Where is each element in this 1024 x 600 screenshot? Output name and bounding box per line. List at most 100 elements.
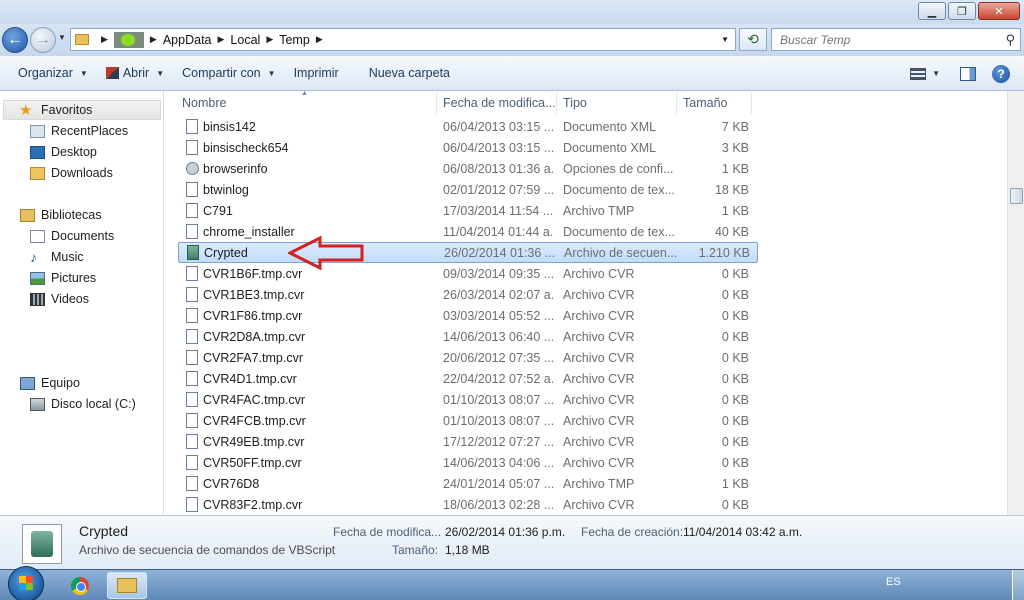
scrollbar-thumb[interactable] — [1010, 188, 1023, 204]
breadcrumb-temp[interactable]: Temp — [279, 33, 310, 47]
file-size: 0 KB — [721, 497, 749, 512]
nav-equipo[interactable]: Equipo — [20, 373, 80, 393]
nav-documents[interactable]: Documents — [30, 226, 114, 246]
imprimir-button[interactable]: Imprimir — [294, 66, 339, 80]
file-row[interactable]: CVR1BE3.tmp.cvr 26/03/2014 02:07 a... Arch… — [178, 284, 758, 305]
file-row[interactable]: binsis142 06/04/2013 03:15 ... Documento X… — [178, 116, 758, 137]
nav-label: Bibliotecas — [41, 208, 102, 222]
file-type: Archivo CVR — [563, 308, 635, 323]
search-box[interactable]: ⚲ — [771, 28, 1021, 51]
file-row[interactable]: chrome_installer 11/04/2014 01:44 a... Doc… — [178, 221, 758, 242]
nav-videos[interactable]: Videos — [30, 289, 89, 309]
column-header-type[interactable]: Tipo — [557, 92, 677, 114]
chevron-down-icon: ▼ — [267, 68, 276, 78]
open-with-icon — [105, 67, 119, 79]
file-name: CVR1BE3.tmp.cvr — [203, 287, 305, 302]
taskbar-explorer[interactable] — [107, 572, 147, 599]
nav-disco-local[interactable]: Disco local (C:) — [30, 394, 136, 414]
file-row[interactable]: CVR50FF.tmp.cvr 14/06/2013 04:06 ... Archi… — [178, 452, 758, 473]
close-button[interactable]: ✕ — [978, 2, 1020, 20]
imprimir-label: Imprimir — [293, 66, 339, 80]
nueva-carpeta-button[interactable]: Nueva carpeta — [369, 66, 450, 80]
libraries-icon — [20, 208, 35, 222]
file-date: 24/01/2014 05:07 ... — [443, 476, 553, 491]
nav-label: Disco local (C:) — [51, 397, 136, 411]
chevron-right-icon[interactable]: ▶ — [266, 34, 273, 45]
abrir-button[interactable]: Abrir ▼ — [105, 66, 164, 80]
compartir-button[interactable]: Compartir con ▼ — [182, 66, 275, 80]
file-row[interactable]: CVR2D8A.tmp.cvr 14/06/2013 06:40 ... Archi… — [178, 326, 758, 347]
maximize-button[interactable]: ❐ — [948, 2, 976, 20]
breadcrumb-local[interactable]: Local — [230, 33, 260, 47]
file-name: CVR4FAC.tmp.cvr — [203, 392, 306, 407]
file-row[interactable]: CVR76D8 24/01/2014 05:07 ... Archivo TMP 1 … — [178, 473, 758, 494]
back-button[interactable]: ← — [2, 27, 28, 53]
organizar-button[interactable]: Organizar ▼ — [18, 66, 88, 80]
nav-music[interactable]: ♪ Music — [30, 247, 84, 267]
file-row[interactable]: CVR49EB.tmp.cvr 17/12/2012 07:27 ... Archi… — [178, 431, 758, 452]
search-icon[interactable]: ⚲ — [1005, 32, 1015, 48]
file-row[interactable]: btwinlog 02/01/2012 07:59 ... Documento de… — [178, 179, 758, 200]
file-row[interactable]: Crypted 26/02/2014 01:36 ... Archivo de se… — [178, 242, 758, 263]
blank-file-icon — [186, 329, 198, 344]
nav-pictures[interactable]: Pictures — [30, 268, 96, 288]
file-row[interactable]: browserinfo 06/08/2013 01:36 a... Opciones… — [178, 158, 758, 179]
compartir-label: Compartir con — [182, 66, 261, 80]
minimize-button[interactable]: ▁ — [918, 2, 946, 20]
file-size: 0 KB — [721, 371, 749, 386]
address-bar[interactable]: ▶ ▶ AppData ▶ Local ▶ Temp ▶ ▼ — [70, 28, 736, 51]
file-name: C791 — [203, 203, 233, 218]
file-row[interactable]: CVR2FA7.tmp.cvr 20/06/2012 07:35 ... Archi… — [178, 347, 758, 368]
file-row[interactable]: CVR83F2.tmp.cvr 18/06/2013 02:28 ... Archi… — [178, 494, 758, 515]
drive-icon — [30, 397, 45, 411]
recent-pages-dropdown[interactable]: ▼ — [58, 33, 66, 42]
file-size: 0 KB — [721, 308, 749, 323]
file-type: Archivo CVR — [563, 329, 635, 344]
file-type: Archivo CVR — [563, 350, 635, 365]
breadcrumb-appdata[interactable]: AppData — [163, 33, 212, 47]
file-row[interactable]: CVR4FCB.tmp.cvr 01/10/2013 08:07 ... Archi… — [178, 410, 758, 431]
file-row[interactable]: C791 17/03/2014 11:54 ... Archivo TMP 1 KB — [178, 200, 758, 221]
command-bar: Organizar ▼ Abrir ▼ Compartir con ▼ Imprimi… — [0, 56, 1024, 91]
nav-bibliotecas[interactable]: Bibliotecas — [20, 205, 101, 225]
chevron-down-icon: ▼ — [79, 68, 88, 78]
vbscript-file-icon — [187, 245, 199, 260]
chevron-right-icon[interactable]: ▶ — [101, 34, 108, 45]
user-avatar-icon — [120, 33, 135, 46]
file-row[interactable]: CVR1B6F.tmp.cvr 09/03/2014 09:35 ... Archi… — [178, 263, 758, 284]
language-indicator[interactable]: ES — [886, 576, 901, 588]
chevron-right-icon[interactable]: ▶ — [316, 34, 323, 45]
view-options-icon[interactable] — [910, 67, 927, 80]
nav-downloads[interactable]: Downloads — [30, 163, 113, 183]
file-date: 14/06/2013 06:40 ... — [443, 329, 553, 344]
file-size: 1.210 KB — [698, 245, 750, 260]
file-row[interactable]: CVR1F86.tmp.cvr 03/03/2014 05:52 ... Archi… — [178, 305, 758, 326]
column-header-date[interactable]: Fecha de modifica... — [437, 92, 557, 114]
help-icon[interactable]: ? — [992, 64, 1010, 83]
view-dropdown[interactable]: ▼ — [932, 69, 940, 78]
taskbar-chrome[interactable] — [60, 572, 100, 599]
file-row[interactable]: CVR4FAC.tmp.cvr 01/10/2013 08:07 ... Archi… — [178, 389, 758, 410]
refresh-button[interactable]: ⟲ — [739, 28, 767, 51]
chevron-right-icon[interactable]: ▶ — [150, 34, 157, 45]
preview-pane-icon[interactable] — [960, 66, 976, 81]
search-input[interactable] — [780, 32, 990, 47]
nav-favoritos[interactable]: ★ Favoritos — [3, 100, 161, 120]
start-button[interactable] — [8, 566, 44, 600]
file-name: CVR76D8 — [203, 476, 260, 491]
forward-button[interactable]: → — [30, 27, 56, 53]
file-size: 1 KB — [721, 161, 749, 176]
address-dropdown-icon[interactable]: ▼ — [721, 35, 729, 44]
nav-desktop[interactable]: Desktop — [30, 142, 97, 162]
file-row[interactable]: CVR4D1.tmp.cvr 22/04/2012 07:52 a... Archi… — [178, 368, 758, 389]
show-desktop-button[interactable] — [1012, 570, 1024, 600]
column-header-size[interactable]: Tamaño — [677, 92, 752, 114]
file-row[interactable]: binsischeck654 06/04/2013 03:15 ... Docume… — [178, 137, 758, 158]
vertical-scrollbar[interactable] — [1007, 91, 1024, 515]
user-crumb[interactable] — [113, 31, 144, 48]
file-name: CVR2FA7.tmp.cvr — [203, 350, 304, 365]
recent-places-icon — [30, 124, 45, 138]
nav-recentplaces[interactable]: RecentPlaces — [30, 121, 128, 141]
chevron-right-icon[interactable]: ▶ — [218, 34, 225, 45]
star-icon: ★ — [19, 101, 33, 119]
